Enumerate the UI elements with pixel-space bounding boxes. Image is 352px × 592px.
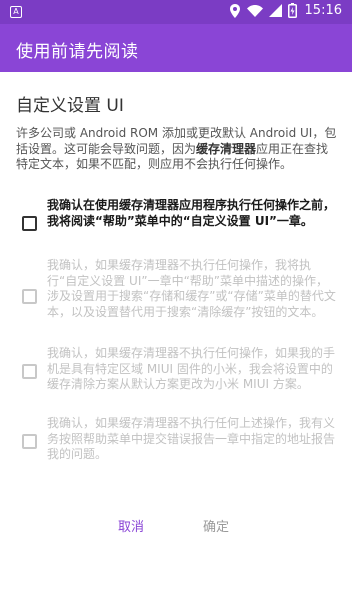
confirm-option-3-text: 我确认，如果缓存清理器不执行任何操作，如果我的手机是具有特定区域 MIUI 固件… — [47, 346, 336, 391]
app-bar: 使用前请先阅读 — [0, 24, 352, 72]
checkbox-1[interactable] — [22, 216, 37, 231]
status-icons: 15:16 — [229, 3, 342, 18]
checkbox-3 — [22, 364, 37, 379]
confirm-option-2-text: 我确认，如果缓存清理器不执行任何操作，我将执行“自定义设置 UI”一章中“帮助”… — [47, 258, 336, 319]
confirm-button[interactable]: 确定 — [203, 516, 229, 535]
cancel-button[interactable]: 取消 — [118, 516, 144, 535]
intro-text-app-name: 缓存清理器 — [196, 141, 257, 156]
checkbox-2 — [22, 289, 37, 304]
dialog-buttons: 取消 确定 — [0, 512, 352, 536]
wifi-icon — [246, 4, 263, 17]
confirm-option-4-text: 我确认，如果缓存清理器不执行任何上述操作，我有义务按照帮助菜单中提交错误报告一章… — [47, 416, 336, 461]
intro-text: 许多公司或 Android ROM 添加或更改默认 Android UI，包括设… — [16, 126, 338, 173]
dialog-title: 自定义设置 UI — [16, 96, 124, 116]
checkbox-4 — [22, 434, 37, 449]
signal-icon — [268, 4, 282, 17]
confirm-option-1-text: 我确认在使用缓存清理器应用程序执行任何操作之前，我将阅读“帮助”菜单中的“自定义… — [47, 198, 336, 228]
battery-icon — [287, 3, 297, 18]
app-bar-title: 使用前请先阅读 — [16, 42, 139, 62]
status-time: 15:16 — [304, 3, 342, 18]
status-bar: A 15:16 — [0, 0, 352, 24]
notification-icon: A — [10, 6, 22, 18]
location-icon — [229, 3, 240, 18]
notification-icon-glyph: A — [13, 7, 19, 16]
